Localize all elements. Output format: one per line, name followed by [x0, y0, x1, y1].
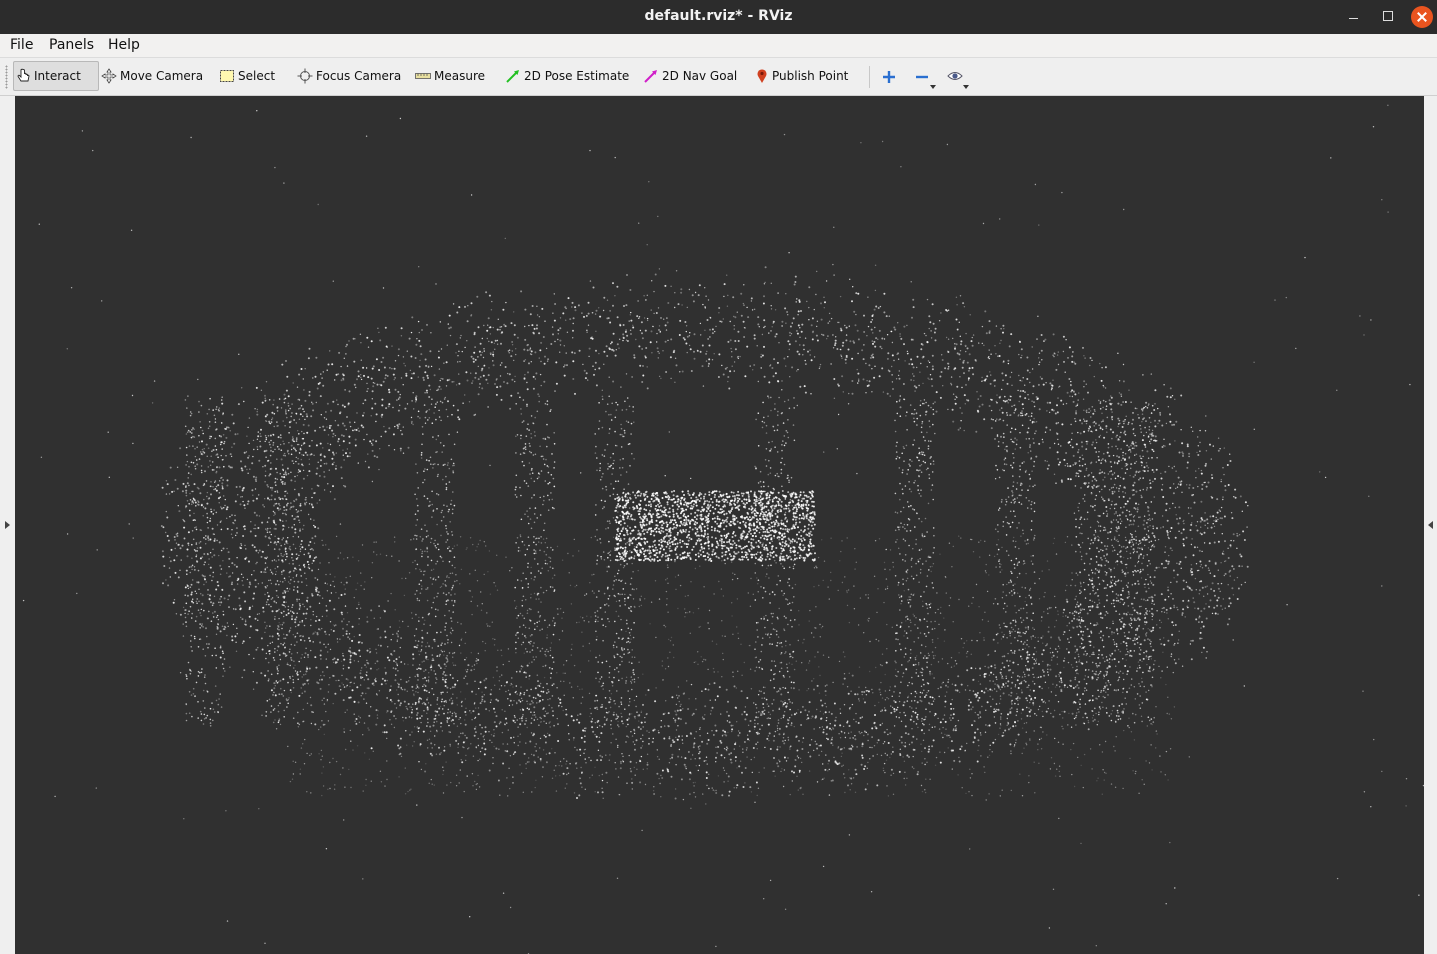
tool-select[interactable]: Select [219, 62, 277, 90]
map-pin-icon [757, 69, 767, 83]
tools-toolbar: Interact Move Camera Select Focus Camera… [0, 58, 1437, 96]
tool-2d-pose-estimate-label: 2D Pose Estimate [524, 69, 630, 83]
3d-render-viewport[interactable] [15, 96, 1424, 954]
menu-panels-label: Panels [49, 37, 95, 53]
hand-pointer-icon [17, 68, 30, 82]
add-tool-button[interactable] [878, 66, 900, 88]
minimize-button[interactable] [1343, 6, 1365, 28]
chevron-down-icon [963, 85, 969, 89]
magenta-arrow-icon [644, 70, 657, 83]
menu-help[interactable]: Help [108, 34, 140, 57]
selection-box-icon [220, 70, 234, 82]
left-dock-collapse-handle[interactable] [0, 96, 15, 954]
remove-tool-button[interactable] [911, 66, 936, 89]
tool-2d-nav-goal-label: 2D Nav Goal [662, 69, 738, 83]
tool-measure-label: Measure [434, 69, 485, 83]
tool-publish-point-label: Publish Point [772, 69, 849, 83]
ruler-icon [415, 73, 431, 79]
tool-select-label: Select [238, 69, 276, 83]
menu-file-label: File [10, 37, 34, 53]
tool-focus-camera[interactable]: Focus Camera [297, 62, 401, 90]
move-arrows-icon [101, 68, 117, 84]
tool-focus-camera-label: Focus Camera [316, 69, 402, 83]
menu-help-label: Help [108, 37, 140, 53]
toolbar-separator [869, 66, 870, 88]
menu-bar: File Panels Help [0, 34, 1437, 58]
expand-left-icon [1428, 521, 1433, 529]
add-tool-icon [883, 71, 895, 83]
close-button[interactable] [1411, 6, 1433, 28]
tool-2d-pose-estimate[interactable]: 2D Pose Estimate [505, 62, 629, 90]
window-title: default.rviz* - RViz [644, 8, 793, 24]
right-dock-collapse-handle[interactable] [1424, 96, 1437, 954]
chevron-down-icon [930, 85, 936, 89]
tool-move-camera-label: Move Camera [120, 69, 204, 83]
tool-publish-point[interactable]: Publish Point [754, 62, 850, 90]
expand-right-icon [5, 521, 10, 529]
tool-interact[interactable]: Interact [13, 61, 99, 91]
maximize-button[interactable] [1377, 6, 1399, 28]
menu-file[interactable]: File [10, 34, 33, 57]
tool-measure[interactable]: Measure [415, 62, 485, 90]
point-cloud [22, 104, 1424, 954]
tool-move-camera[interactable]: Move Camera [101, 62, 203, 90]
tool-2d-nav-goal[interactable]: 2D Nav Goal [643, 62, 738, 90]
toolbar-grip[interactable] [5, 65, 8, 89]
window-titlebar: default.rviz* - RViz [0, 0, 1437, 34]
tool-interact-label: Interact [34, 69, 81, 83]
crosshair-icon [297, 68, 313, 84]
green-arrow-icon [506, 70, 519, 83]
tool-visibility-button[interactable] [944, 66, 969, 89]
menu-panels[interactable]: Panels [49, 34, 94, 57]
